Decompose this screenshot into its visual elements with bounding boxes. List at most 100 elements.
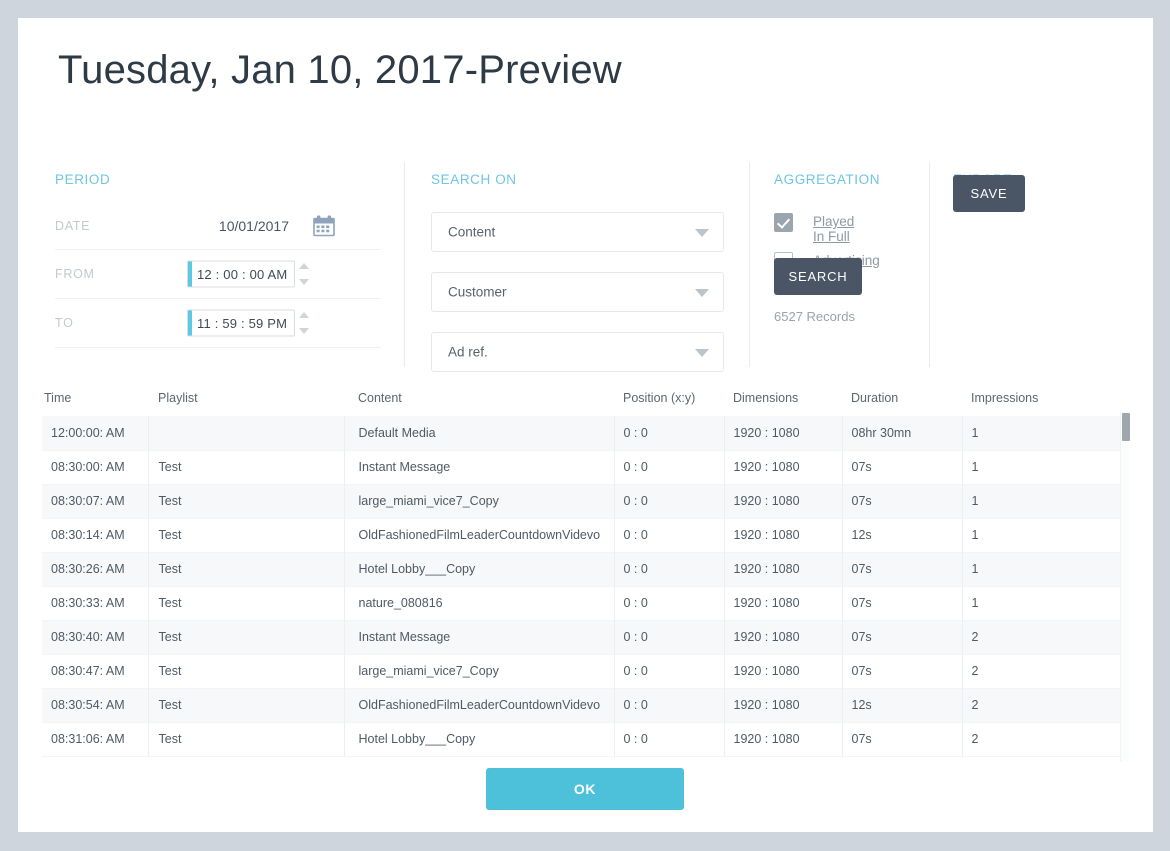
cell-time: 08:31:06: AM [42, 722, 149, 757]
calendar-icon[interactable] [313, 215, 335, 236]
to-time-stepper[interactable] [297, 309, 311, 337]
cell-dimensions: 1920 : 1080 [724, 450, 843, 485]
from-time-stepper[interactable] [297, 260, 311, 288]
date-row: DATE 10/01/2017 [55, 202, 381, 250]
cell-impressions: 2 [962, 722, 1120, 757]
column-header-dimensions[interactable]: Dimensions [724, 383, 842, 416]
table-row[interactable]: 08:30:47: AM Test large_miami_vice7_Copy 0 … [42, 654, 1120, 689]
to-time-input[interactable]: 11 : 59 : 59 PM [187, 309, 295, 337]
ok-button[interactable]: OK [486, 768, 684, 810]
cell-playlist: Test [148, 722, 345, 757]
to-time-value: 11 : 59 : 59 PM [197, 315, 288, 331]
cell-content: Hotel Lobby___Copy [344, 552, 615, 587]
records-table-container: Time Playlist Content Position (x:y) Dim… [42, 383, 1130, 771]
cell-dimensions: 1920 : 1080 [724, 484, 843, 519]
search-button[interactable]: SEARCH [774, 258, 862, 295]
cell-content: Default Media [344, 416, 615, 451]
cell-dimensions: 1920 : 1080 [724, 722, 843, 757]
table-row[interactable]: 08:30:14: AM Test OldFashionedFilmLeaderCo… [42, 518, 1120, 553]
divider-aggregation-export [929, 162, 930, 367]
dropdown-ad-ref-value: Ad ref. [448, 344, 488, 360]
from-label: FROM [55, 267, 95, 281]
column-header-content[interactable]: Content [344, 383, 614, 416]
table-header-row: Time Playlist Content Position (x:y) Dim… [42, 383, 1120, 416]
table-row[interactable]: 08:30:00: AM Test Instant Message 0 : 0 1920… [42, 450, 1120, 485]
column-header-duration[interactable]: Duration [842, 383, 962, 416]
dropdown-ad-ref[interactable]: Ad ref. [431, 332, 724, 372]
cell-duration: 12s [842, 518, 963, 553]
cell-position: 0 : 0 [614, 450, 725, 485]
cell-content: OldFashionedFilmLeaderCountdownVidevo [344, 688, 615, 723]
cell-impressions: 2 [962, 688, 1120, 723]
to-label: TO [55, 316, 74, 330]
date-value[interactable]: 10/01/2017 [219, 218, 289, 234]
period-section-title: PERIOD [55, 172, 111, 187]
to-time-caret [188, 310, 192, 336]
cell-playlist: Test [148, 620, 345, 655]
divider-search-aggregation [749, 162, 750, 367]
save-button[interactable]: SAVE [953, 175, 1025, 212]
cell-time: 08:30:33: AM [42, 586, 149, 621]
cell-playlist: Test [148, 484, 345, 519]
table-row[interactable]: 08:30:07: AM Test large_miami_vice7_Copy 0 … [42, 484, 1120, 519]
cell-duration: 07s [842, 552, 963, 587]
cell-playlist: Test [148, 552, 345, 587]
stepper-up-icon[interactable] [299, 312, 309, 318]
to-row: TO 11 : 59 : 59 PM [55, 299, 381, 348]
divider-period-search [404, 162, 405, 367]
cell-position: 0 : 0 [614, 722, 725, 757]
cell-duration: 12s [842, 688, 963, 723]
cell-time: 08:30:40: AM [42, 620, 149, 655]
stepper-down-icon[interactable] [299, 328, 309, 334]
column-header-playlist[interactable]: Playlist [148, 383, 344, 416]
chevron-down-icon [695, 229, 709, 237]
search-on-section-title: SEARCH ON [431, 172, 517, 187]
checkbox-played-in-full-box[interactable] [774, 213, 793, 232]
filter-panel: PERIOD DATE 10/01/2017 FROM 12: 00: 00… [18, 146, 1153, 381]
date-label: DATE [55, 218, 91, 233]
cell-duration: 08hr 30mn [842, 416, 963, 451]
cell-playlist: Test [148, 518, 345, 553]
column-header-position[interactable]: Position (x:y) [614, 383, 724, 416]
cell-position: 0 : 0 [614, 688, 725, 723]
column-header-impressions[interactable]: Impressions [962, 383, 1120, 416]
cell-content: Hotel Lobby___Copy [344, 722, 615, 757]
table-scrollbar[interactable] [1120, 412, 1130, 762]
from-time-input[interactable]: 12 : 00 : 00 AM [187, 260, 295, 288]
dropdown-content[interactable]: Content [431, 212, 724, 252]
table-row[interactable]: 08:31:06: AM Test Hotel Lobby___Copy 0 : 01… [42, 722, 1120, 757]
table-row[interactable]: 12:00:00: AM Default Media 0 : 0 1920 : 108… [42, 416, 1120, 451]
dropdown-customer[interactable]: Customer [431, 272, 724, 312]
table-scrollbar-thumb[interactable] [1122, 413, 1130, 441]
stepper-up-icon[interactable] [299, 263, 309, 269]
table-row[interactable]: 08:30:26: AM Test Hotel Lobby___Copy 0 : 01… [42, 552, 1120, 587]
table-row[interactable]: 08:30:54: AM Test OldFashionedFilmLeaderCo… [42, 688, 1120, 723]
records-count: 6527 Records [774, 309, 855, 324]
cell-time: 08:30:00: AM [42, 450, 149, 485]
preview-dialog: Tuesday, Jan 10, 2017-Preview PERIOD DAT… [18, 18, 1153, 832]
cell-time: 08:30:26: AM [42, 552, 149, 587]
from-time-caret [188, 261, 192, 287]
column-header-time[interactable]: Time [42, 383, 148, 416]
cell-dimensions: 1920 : 1080 [724, 688, 843, 723]
table-row[interactable]: 08:30:40: AM Test Instant Message 0 : 0 1920… [42, 620, 1120, 655]
cell-impressions: 2 [962, 654, 1120, 689]
cell-playlist: Test [148, 450, 345, 485]
cell-dimensions: 1920 : 1080 [724, 654, 843, 689]
cell-content: large_miami_vice7_Copy [344, 484, 615, 519]
aggregation-section-title: AGGREGATION [774, 172, 881, 187]
cell-time: 08:30:07: AM [42, 484, 149, 519]
cell-position: 0 : 0 [614, 620, 725, 655]
cell-dimensions: 1920 : 1080 [724, 586, 843, 621]
cell-position: 0 : 0 [614, 586, 725, 621]
cell-dimensions: 1920 : 1080 [724, 620, 843, 655]
cell-content: OldFashionedFilmLeaderCountdownVidevo [344, 518, 615, 553]
table-row[interactable]: 08:30:33: AM Test nature_080816 0 : 0 1920 :… [42, 586, 1120, 621]
cell-dimensions: 1920 : 1080 [724, 416, 843, 451]
chevron-down-icon [695, 289, 709, 297]
checkbox-played-in-full-label[interactable]: Played In Full [813, 214, 854, 244]
stepper-down-icon[interactable] [299, 279, 309, 285]
cell-dimensions: 1920 : 1080 [724, 518, 843, 553]
from-row: FROM 12 : 00 : 00 AM [55, 250, 381, 299]
cell-duration: 07s [842, 722, 963, 757]
